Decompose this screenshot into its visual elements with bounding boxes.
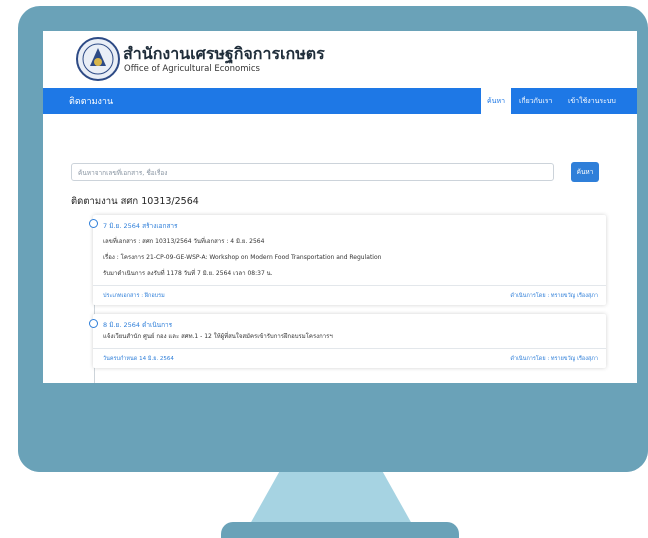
due-date: วันครบกำหนด 14 มิ.ย. 2564 [103,356,174,362]
timeline-line-text: เรื่อง : โครงการ 21-CP-09-GE-WSP-A: Work… [103,254,382,261]
oae-seal-logo-icon [76,37,120,81]
site-header: สำนักงานเศรษฐกิจการเกษตร Office of Agric… [43,31,637,88]
main-content: ค้นหาจากเลขที่เอกสาร, ชื่อเรื่อง ค้นหา ต… [43,122,637,383]
timeline-card: 7 มิ.ย. 2564 สร้างเอกสาร เลขที่เอกสาร : … [93,215,606,305]
nav-item-login[interactable]: เข้าใช้งานระบบ [562,88,622,114]
card-footer: วันครบกำหนด 14 มิ.ย. 2564 ดำเนินการโดย :… [93,348,606,369]
screen: สำนักงานเศรษฐกิจการเกษตร Office of Agric… [43,31,637,383]
monitor-chin [18,384,648,472]
monitor-stand [250,472,412,524]
nav-item-search[interactable]: ค้นหา [481,88,512,114]
site-title-english: Office of Agricultural Economics [124,64,260,74]
operator: ดำเนินการโดย : ทรายขวัญ เรืองสุภา [510,293,598,299]
operator: ดำเนินการโดย : ทรายขวัญ เรืองสุภา [510,356,598,362]
timeline-line-text: แจ้งเวียนสำนัก ศูนย์ กอง และ สศท.1 - 12 … [103,333,333,340]
timeline-dot [89,219,98,228]
timeline-line-text: เลขที่เอกสาร : สศก 10313/2564 วันที่เอกส… [103,238,265,245]
search-input[interactable]: ค้นหาจากเลขที่เอกสาร, ชื่อเรื่อง [71,163,554,181]
timeline-line-text: รับมาดำเนินการ ลงรับที่ 1178 วันที่ 7 มิ… [103,270,273,277]
navbar: ติดตามงาน ค้นหา เกี่ยวกับเรา เข้าใช้งานร… [43,88,637,114]
timeline-heading: 7 มิ.ย. 2564 สร้างเอกสาร [103,222,178,230]
page-title: ติดตามงาน สศก 10313/2564 [71,196,199,207]
document-type: ประเภทเอกสาร : ฝึกอบรม [103,293,165,299]
timeline-dot [89,319,98,328]
nav-item-about[interactable]: เกี่ยวกับเรา [513,88,558,114]
monitor-base [221,522,459,538]
timeline-heading: 8 มิ.ย. 2564 ดำเนินการ [103,321,173,329]
nav-brand[interactable]: ติดตามงาน [69,94,113,108]
timeline-card: 8 มิ.ย. 2564 ดำเนินการ แจ้งเวียนสำนัก ศู… [93,314,606,368]
card-footer: ประเภทเอกสาร : ฝึกอบรม ดำเนินการโดย : ทร… [93,285,606,306]
search-button[interactable]: ค้นหา [571,162,599,182]
